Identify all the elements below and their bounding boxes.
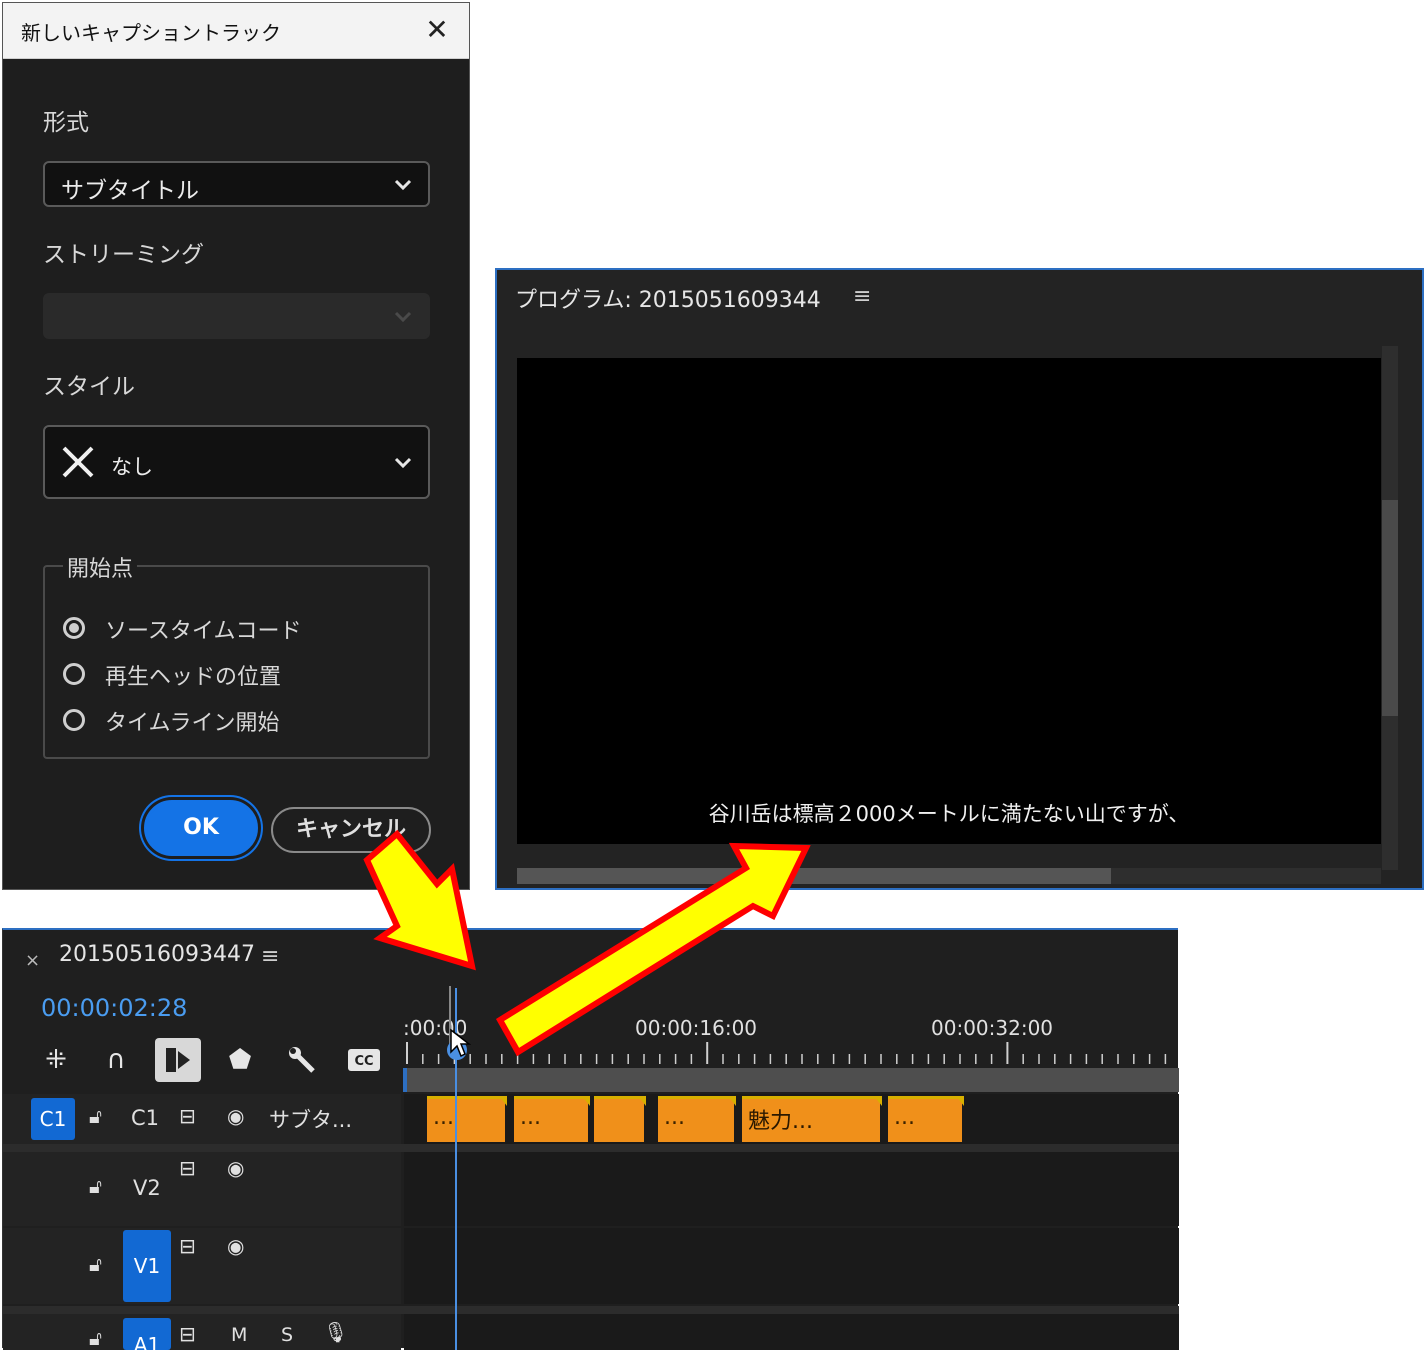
ruler-label: 00:00:16:00	[635, 1016, 758, 1040]
solo-button[interactable]: S	[281, 1324, 293, 1346]
track-label: サブタ...	[269, 1108, 353, 1132]
format-select[interactable]: サブタイトル	[43, 161, 430, 207]
magnet-icon[interactable]: ∩	[93, 1038, 139, 1082]
cc-icon[interactable]: CC	[341, 1038, 387, 1082]
format-label: 形式	[43, 110, 89, 136]
radio-button[interactable]	[63, 709, 85, 731]
streaming-label: ストリーミング	[43, 242, 204, 268]
radio-label: 再生ヘッドの位置	[105, 665, 282, 690]
work-area-bar[interactable]	[407, 1068, 1179, 1092]
track-header-a1: 🔓︎ A1 ⊟ M S 🎙︎	[3, 1314, 401, 1350]
radio-label: ソースタイムコード	[105, 619, 302, 644]
format-value: サブタイトル	[61, 178, 199, 204]
track-header-v2: 🔓︎ V2 ⊟ ◉	[3, 1152, 401, 1226]
chevron-down-icon	[394, 179, 412, 191]
caption-clip[interactable]: ...	[514, 1096, 590, 1142]
chevron-down-icon	[394, 457, 412, 469]
caption-clip[interactable]	[594, 1096, 646, 1142]
track-target-v1[interactable]: V1	[123, 1230, 171, 1302]
time-ruler[interactable]	[403, 1040, 1179, 1068]
dialog-title: 新しいキャプショントラック	[21, 21, 281, 45]
lock-icon[interactable]: 🔓︎	[89, 1174, 102, 1198]
x-style-icon	[62, 446, 94, 478]
close-icon[interactable]: ×	[25, 950, 40, 971]
start-point-group: 開始点 ソースタイムコード 再生ヘッドの位置 タイムライン開始	[43, 551, 430, 759]
linked-selection-icon[interactable]	[155, 1038, 201, 1082]
program-monitor-panel: プログラム: 2015051609344 ≡ 谷川岳は標高２000メートルに満た…	[495, 268, 1424, 890]
new-caption-track-dialog: 新しいキャプショントラック ✕ 形式 サブタイトル ストリーミング スタイル な…	[2, 2, 470, 890]
radio-label: タイムライン開始	[105, 711, 280, 736]
caption-text: 谷川岳は標高２000メートルに満たない山ですが、	[708, 802, 1190, 826]
menu-icon[interactable]: ≡	[261, 944, 279, 969]
dialog-titlebar: 新しいキャプショントラック ✕	[3, 3, 469, 59]
sequence-tab-title[interactable]: 20150516093447	[59, 942, 255, 967]
lock-icon[interactable]: 🔓︎	[89, 1104, 102, 1128]
track-name: C1	[131, 1106, 160, 1130]
caption-clip[interactable]: 魅力...	[742, 1096, 882, 1142]
caption-clip[interactable]: ...	[427, 1096, 507, 1142]
close-icon[interactable]: ✕	[419, 13, 455, 49]
menu-icon[interactable]: ≡	[853, 284, 871, 309]
work-area-start	[403, 1068, 407, 1092]
track-header-c1: C1 🔓︎ C1 ⊟ ◉ サブタ...	[3, 1094, 401, 1144]
track-separator	[3, 1306, 1179, 1314]
track-separator	[3, 1144, 1179, 1152]
caption-clip[interactable]: ...	[888, 1096, 964, 1142]
track-output-icon[interactable]: ⊟	[179, 1234, 196, 1258]
streaming-select[interactable]	[43, 293, 430, 339]
style-value: なし	[111, 455, 153, 479]
svg-text:CC: CC	[354, 1054, 373, 1069]
style-select[interactable]: なし	[43, 425, 430, 499]
wrench-icon[interactable]	[279, 1038, 325, 1082]
current-timecode[interactable]: 00:00:02:28	[41, 994, 187, 1022]
vertical-scrollbar[interactable]	[1382, 346, 1398, 870]
track-target-a1[interactable]: A1	[123, 1318, 171, 1350]
track-area-a1	[404, 1314, 1179, 1350]
lock-icon[interactable]: 🔓︎	[89, 1252, 102, 1276]
caption-clip[interactable]: ...	[658, 1096, 736, 1142]
track-target-c1[interactable]: C1	[31, 1098, 75, 1140]
chevron-down-icon	[394, 311, 412, 323]
lock-icon[interactable]: 🔓︎	[89, 1326, 102, 1350]
start-point-legend: 開始点	[63, 551, 138, 583]
track-header-v1: 🔓︎ V1 ⊟ ◉	[3, 1228, 401, 1304]
timeline-panel: × 20150516093447 ≡ 00:00:02:28 ⁜ ∩ ⬟ CC …	[2, 928, 1179, 1350]
snap-icon[interactable]: ⁜	[33, 1038, 79, 1082]
horizontal-scroll-thumb[interactable]	[517, 868, 1111, 884]
track-output-icon[interactable]: ⊟	[179, 1104, 196, 1128]
track-area-v2	[404, 1152, 1179, 1226]
eye-icon[interactable]: ◉	[227, 1104, 244, 1128]
program-video-frame: 谷川岳は標高２000メートルに満たない山ですが、	[517, 358, 1381, 844]
vertical-scroll-thumb[interactable]	[1382, 500, 1398, 716]
track-output-icon[interactable]: ⊟	[179, 1156, 196, 1180]
radio-button-selected[interactable]	[63, 617, 85, 639]
style-label: スタイル	[43, 374, 135, 400]
mouse-cursor-icon	[450, 1028, 471, 1058]
ok-button[interactable]: OK	[144, 800, 258, 856]
track-area-v1	[404, 1228, 1179, 1304]
eye-icon[interactable]: ◉	[227, 1156, 244, 1180]
program-monitor-title: プログラム: 2015051609344	[515, 288, 821, 313]
ruler-label: 00:00:32:00	[931, 1016, 1054, 1040]
marker-icon[interactable]: ⬟	[217, 1038, 263, 1082]
track-name: V2	[133, 1176, 161, 1200]
track-output-icon[interactable]: ⊟	[179, 1322, 196, 1346]
mic-icon[interactable]: 🎙︎	[323, 1320, 348, 1344]
horizontal-scrollbar[interactable]	[517, 868, 1381, 884]
radio-button[interactable]	[63, 663, 85, 685]
mute-button[interactable]: M	[231, 1324, 247, 1346]
cancel-button[interactable]: キャンセル	[271, 807, 431, 853]
eye-icon[interactable]: ◉	[227, 1234, 244, 1258]
